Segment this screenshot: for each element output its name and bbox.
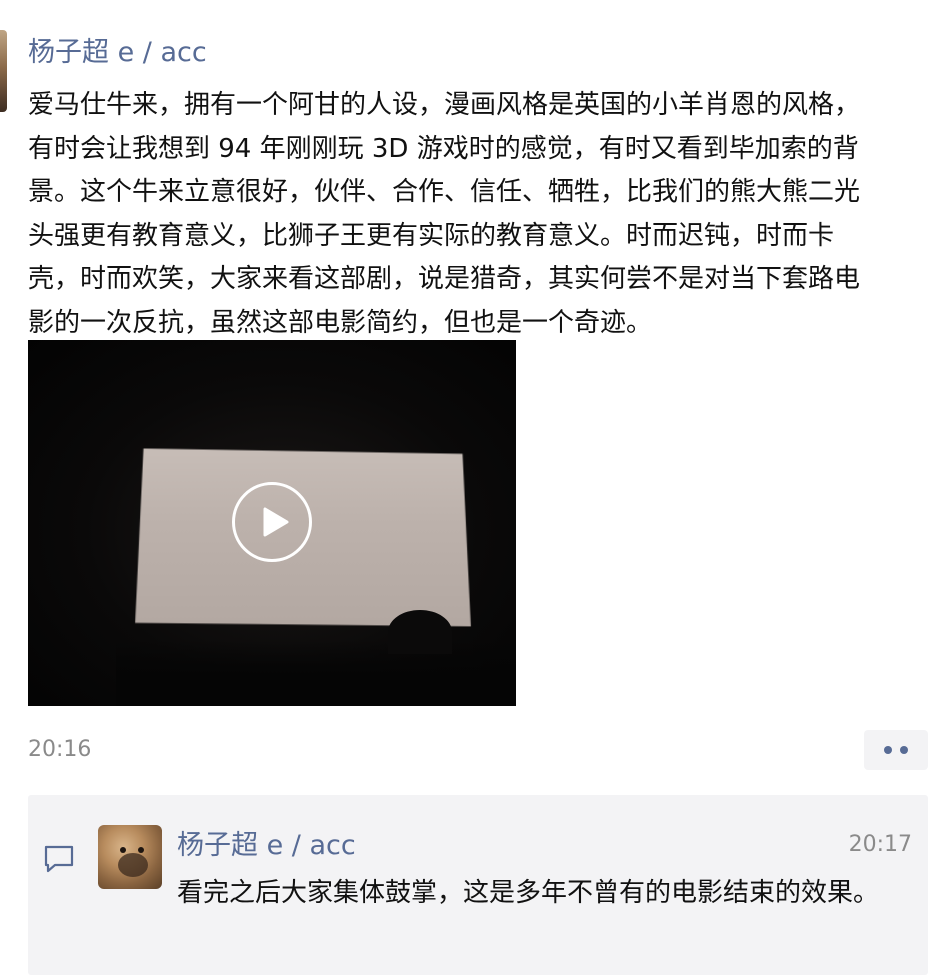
avatar-snout [118, 853, 148, 877]
play-icon [263, 507, 289, 537]
video-thumbnail[interactable] [28, 340, 516, 706]
comment-author-avatar[interactable] [98, 825, 162, 889]
comments-panel: 杨子超 e / acc 20:17 看完之后大家集体鼓掌，这是多年不曾有的电影结… [28, 795, 928, 975]
post-author-avatar[interactable] [0, 30, 7, 112]
comment-time: 20:17 [848, 832, 912, 857]
comment-author-name[interactable]: 杨子超 e / acc [177, 827, 356, 865]
comment-icon [44, 845, 74, 873]
avatar-eye [138, 847, 144, 853]
post-text: 爱马仕牛来，拥有一个阿甘的人设，漫画风格是英国的小羊肖恩的风格， 有时会让我想到… [28, 90, 861, 338]
comment-text: 看完之后大家集体鼓掌，这是多年不曾有的电影结束的效果。 [177, 878, 880, 908]
more-dots-icon [900, 746, 908, 754]
more-dots-icon [884, 746, 892, 754]
audience-shadow [116, 640, 516, 706]
audience-head [388, 610, 452, 654]
more-actions-button[interactable] [864, 730, 928, 770]
post-time: 20:16 [28, 737, 92, 762]
play-button[interactable] [232, 482, 312, 562]
post-author-name[interactable]: 杨子超 e / acc [28, 34, 207, 72]
avatar-eye [120, 847, 126, 853]
